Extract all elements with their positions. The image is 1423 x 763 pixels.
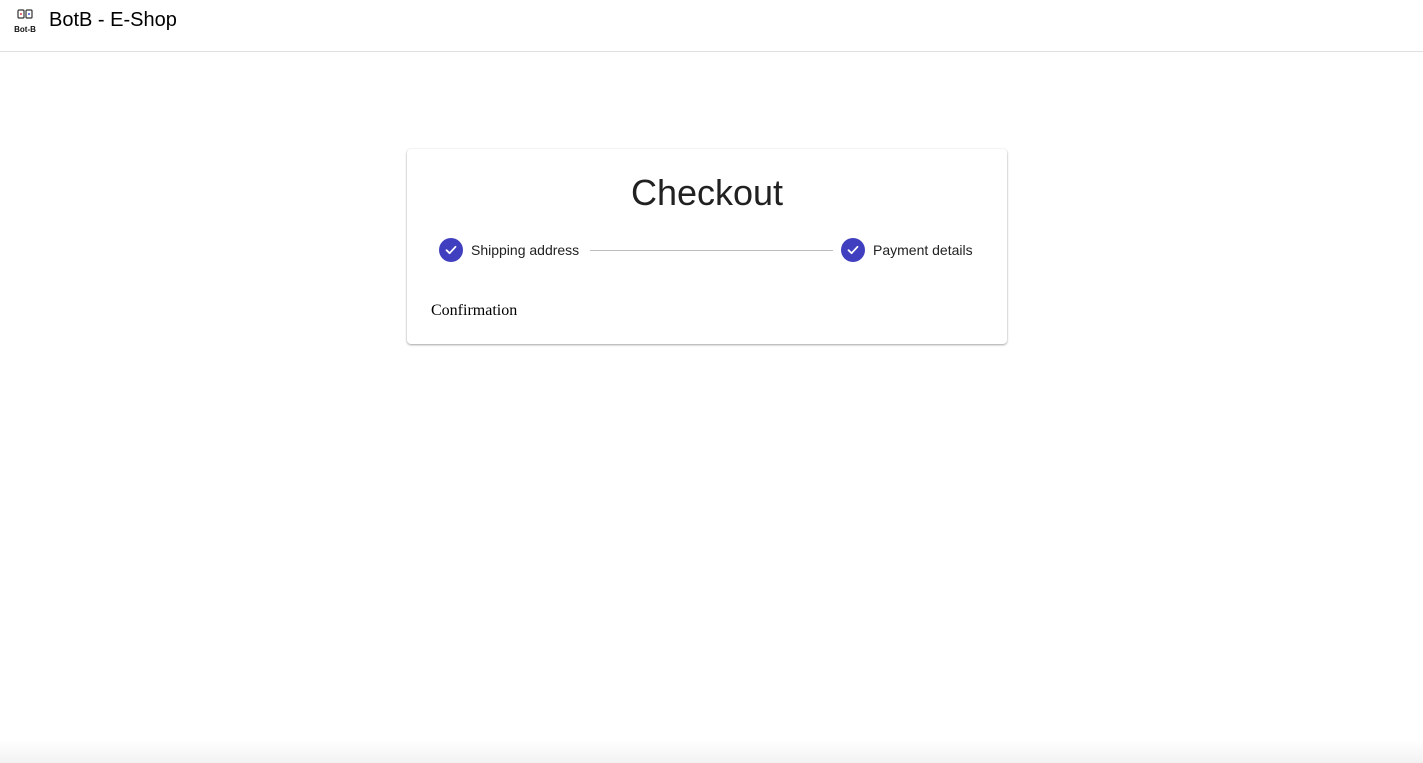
app-title[interactable]: BotB - E-Shop <box>49 8 177 32</box>
checkout-card: Checkout Shipping address Payment detail… <box>407 149 1007 344</box>
svg-text:Bot-B: Bot-B <box>14 25 36 34</box>
confirmation-text: Confirmation <box>431 302 518 319</box>
page-footer-shadow <box>0 740 1423 763</box>
step-shipping-address: Shipping address <box>439 238 579 262</box>
bot-b-logo-icon[interactable]: Bot-B <box>11 8 39 34</box>
step-label: Payment details <box>873 242 973 258</box>
step-payment-details: Payment details <box>841 238 973 262</box>
page-title: Checkout <box>630 172 784 213</box>
app-bar: Bot-B BotB - E-Shop <box>0 0 1423 52</box>
step-label: Shipping address <box>471 242 580 258</box>
check-icon <box>439 238 463 262</box>
check-icon <box>841 238 865 262</box>
step-connector <box>590 250 833 251</box>
